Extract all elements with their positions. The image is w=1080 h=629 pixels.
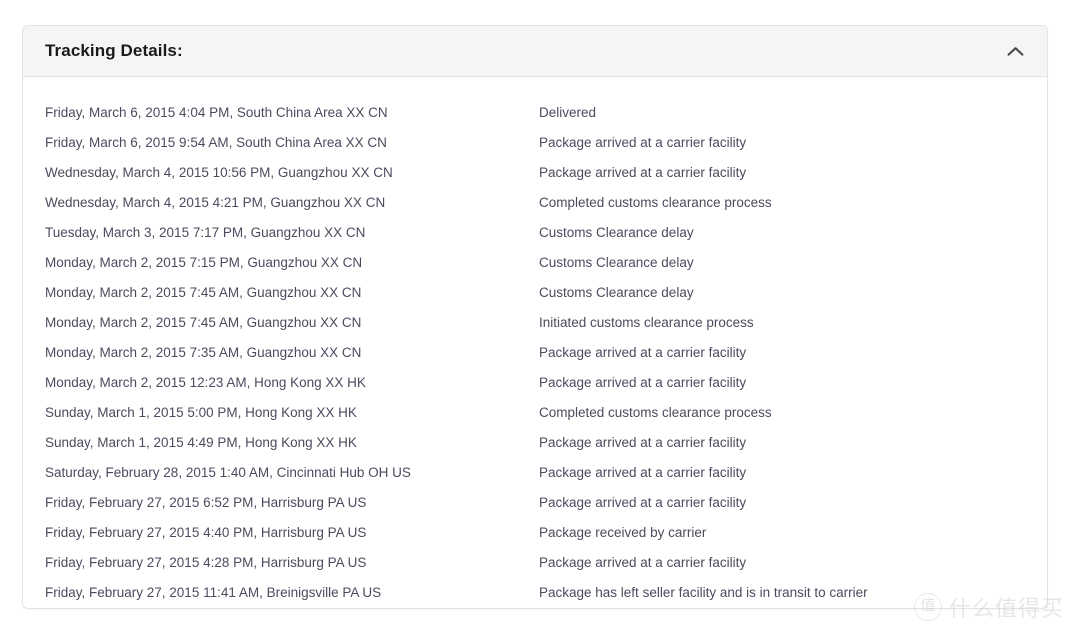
table-row: Wednesday, March 4, 2015 10:56 PM, Guang… [23, 158, 1047, 188]
table-row: Monday, March 2, 2015 12:23 AM, Hong Kon… [23, 368, 1047, 398]
event-datetime-location: Friday, February 27, 2015 4:40 PM, Harri… [45, 525, 367, 540]
event-status: Package arrived at a carrier facility [539, 465, 747, 480]
event-datetime-location: Friday, February 27, 2015 6:52 PM, Harri… [45, 495, 367, 510]
event-status: Customs Clearance delay [539, 255, 694, 270]
event-datetime-location: Tuesday, March 3, 2015 7:17 PM, Guangzho… [45, 225, 366, 240]
table-row: Monday, March 2, 2015 7:45 AM, Guangzhou… [23, 278, 1047, 308]
table-row: Tuesday, March 3, 2015 7:17 PM, Guangzho… [23, 218, 1047, 248]
table-row: Sunday, March 1, 2015 5:00 PM, Hong Kong… [23, 398, 1047, 428]
event-datetime-location: Wednesday, March 4, 2015 10:56 PM, Guang… [45, 165, 393, 180]
event-datetime-location: Monday, March 2, 2015 12:23 AM, Hong Kon… [45, 375, 366, 390]
table-row: Saturday, February 28, 2015 1:40 AM, Cin… [23, 458, 1047, 488]
tracking-events-table: Friday, March 6, 2015 4:04 PM, South Chi… [23, 98, 1047, 608]
event-status: Customs Clearance delay [539, 285, 694, 300]
event-status: Package arrived at a carrier facility [539, 435, 747, 450]
event-status: Package arrived at a carrier facility [539, 495, 747, 510]
table-row: Friday, February 27, 2015 4:28 PM, Harri… [23, 548, 1047, 578]
event-datetime-location: Monday, March 2, 2015 7:45 AM, Guangzhou… [45, 315, 362, 330]
event-status: Package arrived at a carrier facility [539, 345, 747, 360]
event-status: Package received by carrier [539, 525, 707, 540]
collapse-toggle-button[interactable] [1000, 37, 1030, 65]
card-header[interactable]: Tracking Details: [23, 26, 1047, 77]
event-status: Customs Clearance delay [539, 225, 694, 240]
event-datetime-location: Friday, February 27, 2015 11:41 AM, Brei… [45, 585, 382, 600]
table-row: Friday, February 27, 2015 11:41 AM, Brei… [23, 578, 1047, 608]
event-datetime-location: Wednesday, March 4, 2015 4:21 PM, Guangz… [45, 195, 386, 210]
event-status: Delivered [539, 105, 597, 120]
event-datetime-location: Saturday, February 28, 2015 1:40 AM, Cin… [45, 465, 411, 480]
table-row: Friday, March 6, 2015 9:54 AM, South Chi… [23, 128, 1047, 158]
event-status: Package arrived at a carrier facility [539, 165, 747, 180]
event-datetime-location: Friday, March 6, 2015 4:04 PM, South Chi… [45, 105, 388, 120]
event-datetime-location: Monday, March 2, 2015 7:15 PM, Guangzhou… [45, 255, 363, 270]
event-status: Initiated customs clearance process [539, 315, 754, 330]
table-row: Friday, March 6, 2015 4:04 PM, South Chi… [23, 98, 1047, 128]
table-row: Monday, March 2, 2015 7:35 AM, Guangzhou… [23, 338, 1047, 368]
page-title: Tracking Details: [45, 41, 183, 60]
event-status: Package has left seller facility and is … [539, 585, 868, 600]
table-row: Sunday, March 1, 2015 4:49 PM, Hong Kong… [23, 428, 1047, 458]
event-status: Completed customs clearance process [539, 195, 772, 210]
table-row: Friday, February 27, 2015 4:40 PM, Harri… [23, 518, 1047, 548]
event-status: Package arrived at a carrier facility [539, 375, 747, 390]
card-body: Friday, March 6, 2015 4:04 PM, South Chi… [23, 77, 1047, 608]
event-datetime-location: Monday, March 2, 2015 7:45 AM, Guangzhou… [45, 285, 362, 300]
chevron-up-icon [1007, 46, 1024, 57]
event-status: Package arrived at a carrier facility [539, 555, 747, 570]
event-datetime-location: Friday, February 27, 2015 4:28 PM, Harri… [45, 555, 367, 570]
table-row: Monday, March 2, 2015 7:45 AM, Guangzhou… [23, 308, 1047, 338]
event-datetime-location: Sunday, March 1, 2015 4:49 PM, Hong Kong… [45, 435, 357, 450]
event-datetime-location: Monday, March 2, 2015 7:35 AM, Guangzhou… [45, 345, 362, 360]
event-datetime-location: Sunday, March 1, 2015 5:00 PM, Hong Kong… [45, 405, 357, 420]
event-datetime-location: Friday, March 6, 2015 9:54 AM, South Chi… [45, 135, 387, 150]
table-row: Wednesday, March 4, 2015 4:21 PM, Guangz… [23, 188, 1047, 218]
tracking-details-card: Tracking Details: Friday, March 6, 2015 … [22, 25, 1048, 609]
tracking-events-body: Friday, March 6, 2015 4:04 PM, South Chi… [23, 98, 1047, 608]
event-status: Completed customs clearance process [539, 405, 772, 420]
table-row: Friday, February 27, 2015 6:52 PM, Harri… [23, 488, 1047, 518]
event-status: Package arrived at a carrier facility [539, 135, 747, 150]
table-row: Monday, March 2, 2015 7:15 PM, Guangzhou… [23, 248, 1047, 278]
